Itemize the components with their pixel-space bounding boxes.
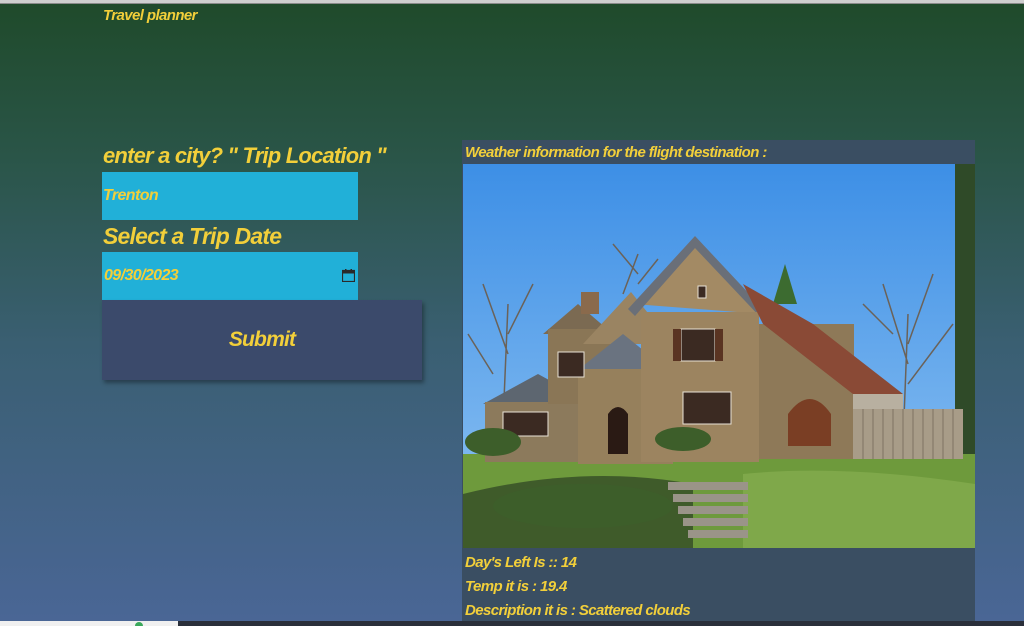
taskbar-segment [0,621,178,626]
status-dot-icon [135,622,143,626]
calendar-icon[interactable] [342,269,355,282]
description-text: Description it is : Scattered clouds [465,602,691,619]
city-label: enter a city? " Trip Location " [103,143,387,168]
days-left-text: Day's Left Is :: 14 [465,554,577,571]
trip-date-value: 09/30/2023 [104,267,179,284]
temperature-text: Temp it is : 19.4 [465,578,567,595]
city-input[interactable] [102,172,358,220]
bottom-taskbar-strip [0,621,1024,626]
weather-card: Weather information for the flight desti… [462,140,975,626]
destination-photo [463,164,975,548]
trip-date-input[interactable]: 09/30/2023 [102,252,358,300]
trip-date-label: Select a Trip Date [103,223,282,249]
browser-top-border [0,0,1024,4]
weather-heading: Weather information for the flight desti… [465,144,767,161]
submit-button[interactable]: Submit [102,300,422,380]
app-title: Travel planner [103,7,197,24]
